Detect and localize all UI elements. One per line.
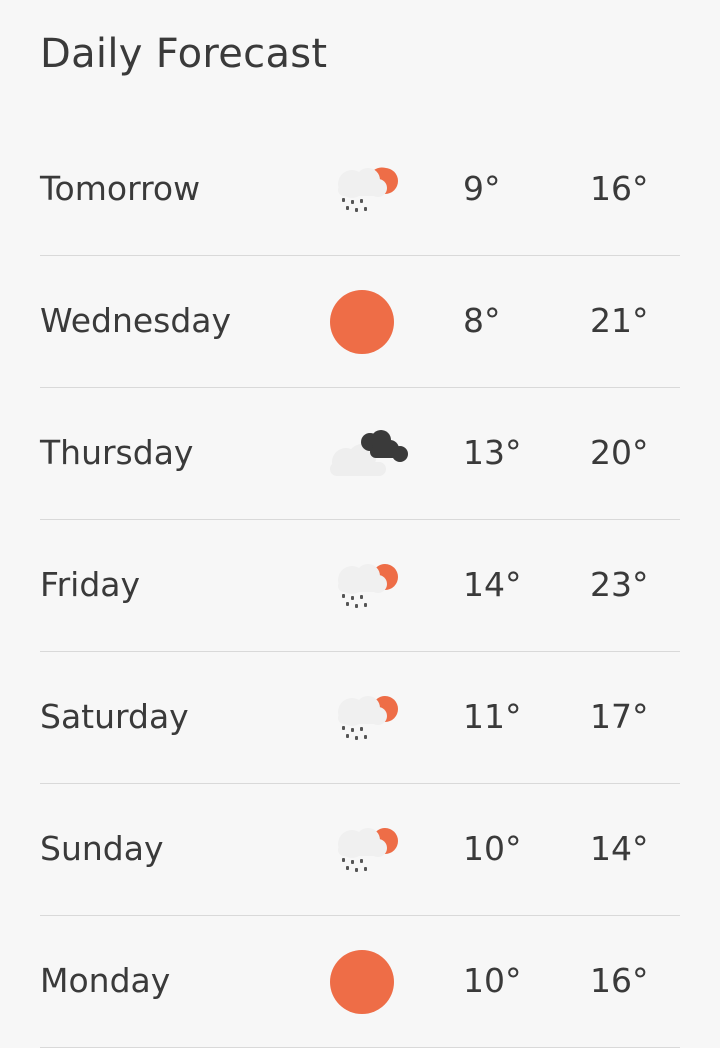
sun-cloud-rain-icon	[326, 812, 402, 888]
forecast-row[interactable]: Tomorrow 9° 16°	[40, 124, 680, 256]
high-temperature: 23°	[590, 565, 649, 604]
forecast-row[interactable]: Wednesday 8° 21°	[40, 256, 680, 388]
high-temperature: 16°	[590, 169, 649, 208]
day-label: Monday	[40, 961, 171, 1000]
high-temperature: 20°	[590, 433, 649, 472]
forecast-row[interactable]: Sunday 10° 14°	[40, 784, 680, 916]
high-temperature: 16°	[590, 961, 649, 1000]
sun-cloud-rain-icon	[326, 152, 402, 228]
day-label: Friday	[40, 565, 141, 604]
forecast-row[interactable]: Thursday 13° 20°	[40, 388, 680, 520]
sun-cloud-rain-icon	[326, 680, 402, 756]
day-label: Sunday	[40, 829, 164, 868]
low-temperature: 13°	[463, 433, 522, 472]
day-label: Thursday	[40, 433, 194, 472]
day-label: Wednesday	[40, 301, 232, 340]
daily-forecast-screen: Daily Forecast Tomorrow 9° 16° Wednesday…	[0, 0, 720, 1048]
day-label: Saturday	[40, 697, 189, 736]
forecast-row[interactable]: Monday 10° 16°	[40, 916, 680, 1048]
low-temperature: 9°	[463, 169, 501, 208]
dark-cloud-icon	[326, 416, 408, 492]
high-temperature: 17°	[590, 697, 649, 736]
low-temperature: 8°	[463, 301, 501, 340]
page-title: Daily Forecast	[40, 31, 328, 77]
forecast-row[interactable]: Saturday 11° 17°	[40, 652, 680, 784]
day-label: Tomorrow	[40, 169, 201, 208]
low-temperature: 10°	[463, 829, 522, 868]
sun-icon	[326, 284, 402, 360]
sun-cloud-rain-icon	[326, 548, 402, 624]
low-temperature: 14°	[463, 565, 522, 604]
low-temperature: 10°	[463, 961, 522, 1000]
forecast-list: Tomorrow 9° 16° Wednesday 8° 21° Thursda…	[40, 124, 680, 1048]
forecast-row[interactable]: Friday 14° 23°	[40, 520, 680, 652]
low-temperature: 11°	[463, 697, 522, 736]
sun-icon	[326, 944, 402, 1020]
high-temperature: 14°	[590, 829, 649, 868]
high-temperature: 21°	[590, 301, 649, 340]
